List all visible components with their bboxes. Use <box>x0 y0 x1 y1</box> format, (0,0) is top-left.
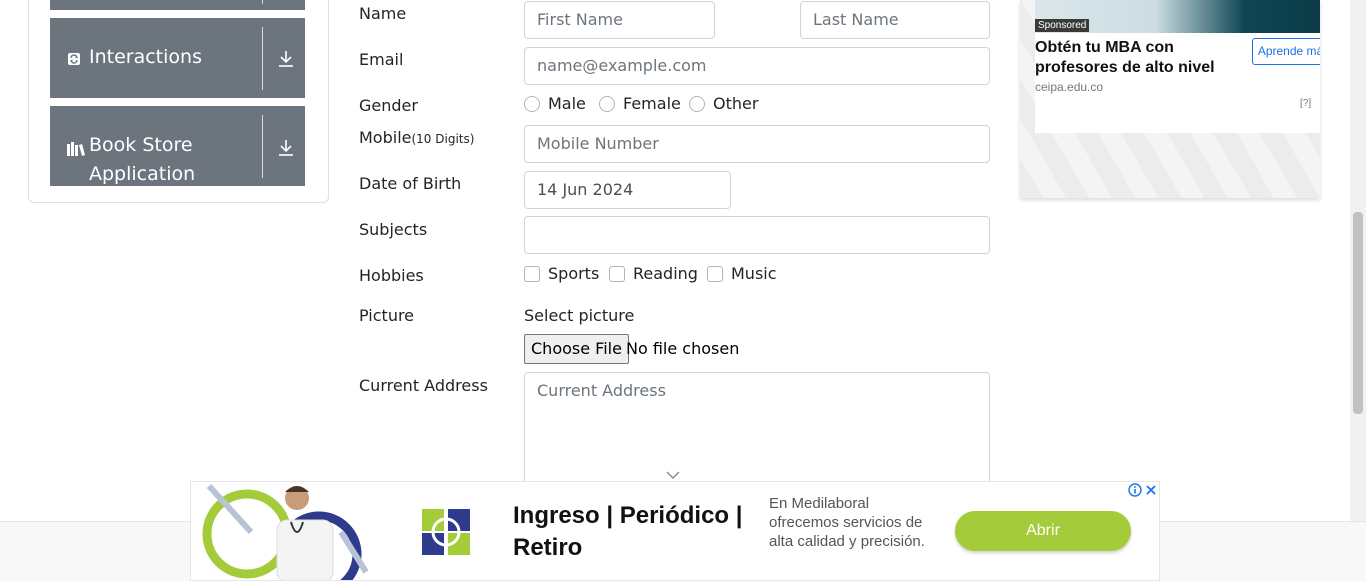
name-label: Name <box>359 4 407 23</box>
radio-label: Female <box>623 94 681 113</box>
radio-button[interactable] <box>524 96 540 112</box>
checkbox-label: Reading <box>633 264 698 283</box>
radio-label: Male <box>548 94 586 113</box>
radio-button[interactable] <box>689 96 705 112</box>
current-address-label: Current Address <box>359 376 488 395</box>
checkbox[interactable] <box>609 266 625 282</box>
checkbox-label: Music <box>731 264 777 283</box>
ad-right[interactable]: Sponsored Obtén tu MBA con profesores de… <box>1020 0 1320 198</box>
subjects-input[interactable] <box>524 216 990 254</box>
hobby-checkbox-sports[interactable]: Sports <box>524 264 604 284</box>
ad-domain: ceipa.edu.co <box>1035 80 1104 94</box>
sidebar-group-header-partial[interactable] <box>50 0 305 10</box>
dob-input[interactable]: 14 Jun 2024 <box>524 171 731 209</box>
mobile-label: Mobile(10 Digits) <box>359 128 474 147</box>
ad-headline[interactable]: Obtén tu MBA con profesores de alto nive… <box>1035 38 1240 78</box>
medilaboral-logo-icon <box>422 509 470 555</box>
mobile-hint: (10 Digits) <box>411 132 475 146</box>
mobile-label-text: Mobile <box>359 128 412 147</box>
gender-radio-male[interactable]: Male <box>524 94 594 114</box>
group-divider <box>262 0 263 4</box>
download-arrow-icon[interactable] <box>277 139 295 157</box>
sidebar-group-book-store[interactable]: Book Store Application <box>50 106 305 186</box>
radio-button[interactable] <box>599 96 615 112</box>
hobby-checkbox-reading[interactable]: Reading <box>609 264 699 284</box>
ad-bottom-cta-button[interactable]: Abrir <box>955 511 1131 551</box>
group-label: Interactions <box>89 46 202 68</box>
ad-bottom-title[interactable]: Ingreso | Periódico | Retiro <box>513 500 753 564</box>
subjects-label: Subjects <box>359 220 428 239</box>
first-name-input[interactable]: First Name <box>524 1 715 39</box>
ad-close-icon[interactable] <box>1128 483 1158 497</box>
group-divider <box>262 27 263 90</box>
sidebar-group-interactions[interactable]: Interactions <box>50 18 305 98</box>
ad-bottom-description: En Medilaboral ofrecemos servicios de al… <box>769 495 925 550</box>
ad-choices-icon[interactable] <box>1319 97 1320 111</box>
ad-choices-text[interactable]: [?] <box>1300 98 1311 109</box>
picture-label: Picture <box>359 306 415 325</box>
select-picture-text: Select picture <box>524 306 635 325</box>
gender-radio-other[interactable]: Other <box>689 94 759 114</box>
email-label: Email <box>359 50 404 69</box>
download-arrow-icon[interactable] <box>277 50 295 68</box>
checkbox[interactable] <box>707 266 723 282</box>
books-icon <box>67 142 85 158</box>
gender-radio-female[interactable]: Female <box>599 94 681 114</box>
gender-label: Gender <box>359 96 418 115</box>
scrollbar-thumb[interactable] <box>1353 212 1363 414</box>
hobbies-label: Hobbies <box>359 266 424 285</box>
last-name-input[interactable]: Last Name <box>800 1 990 39</box>
refresh-icon <box>67 52 81 68</box>
ad-bottom[interactable]: Ingreso | Periódico | Retiro En Medilabo… <box>190 481 1160 581</box>
choose-file-button[interactable]: Choose File <box>524 334 629 364</box>
file-status-text: No file chosen <box>626 339 740 358</box>
ad-card[interactable]: Sponsored Obtén tu MBA con profesores de… <box>1035 0 1320 133</box>
chevron-down-icon <box>666 467 680 479</box>
group-label: Book Store Application <box>89 134 196 185</box>
ad-cta-button[interactable]: Aprende más <box>1252 38 1320 65</box>
page-scrollbar[interactable] <box>1350 0 1366 521</box>
radio-label: Other <box>713 94 759 113</box>
sponsored-badge: Sponsored <box>1035 19 1090 32</box>
dob-label: Date of Birth <box>359 174 462 193</box>
ad-doctor-image <box>202 483 369 580</box>
email-input[interactable]: name@example.com <box>524 47 990 85</box>
hobby-checkbox-music[interactable]: Music <box>707 264 787 284</box>
group-divider <box>262 115 263 178</box>
checkbox[interactable] <box>524 266 540 282</box>
checkbox-label: Sports <box>548 264 600 283</box>
mobile-input[interactable]: Mobile Number <box>524 125 990 163</box>
